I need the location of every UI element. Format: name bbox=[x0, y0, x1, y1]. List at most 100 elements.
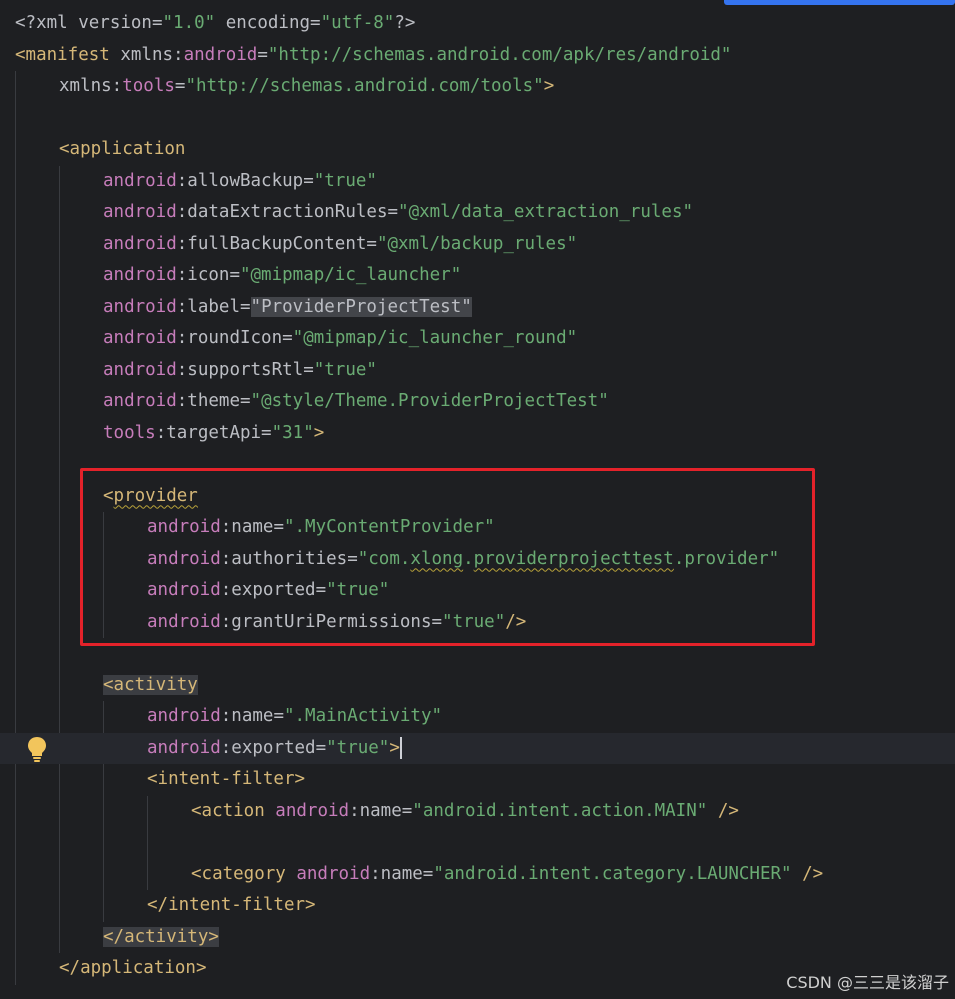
code-token: > bbox=[543, 76, 555, 96]
code-token: "true" bbox=[326, 737, 390, 758]
code-token: "31" bbox=[271, 422, 314, 443]
code-line[interactable]: <manifest xmlns:android="http://schemas.… bbox=[0, 40, 955, 71]
code-token: :dataExtractionRules= bbox=[176, 202, 399, 222]
code-token: android bbox=[147, 737, 221, 758]
code-token: :exported= bbox=[220, 737, 327, 758]
code-token: android bbox=[275, 800, 350, 821]
code-text: tools:targetApi="31"> bbox=[103, 418, 324, 449]
code-token: <?xml version= bbox=[15, 13, 163, 33]
code-token: "@mipmap/ic_launcher_round" bbox=[292, 328, 578, 348]
code-text: <?xml version="1.0" encoding="utf-8"?> bbox=[15, 8, 415, 39]
code-token: :allowBackup= bbox=[176, 170, 314, 191]
code-token: android bbox=[147, 706, 221, 726]
code-line[interactable]: <application bbox=[0, 134, 955, 165]
code-token: <action bbox=[191, 800, 276, 821]
code-line[interactable]: android:fullBackupContent="@xml/backup_r… bbox=[0, 229, 955, 260]
code-token: :name= bbox=[220, 706, 284, 726]
code-token: :theme= bbox=[176, 391, 251, 411]
code-text: android:roundIcon="@mipmap/ic_launcher_r… bbox=[103, 323, 577, 354]
code-text: android:theme="@style/Theme.ProviderProj… bbox=[103, 386, 609, 417]
code-text: android:name=".MainActivity" bbox=[147, 701, 442, 732]
code-token: android bbox=[296, 863, 371, 884]
code-token: android bbox=[103, 391, 177, 411]
code-token: :targetApi= bbox=[155, 422, 272, 443]
scrollbar-thumb[interactable] bbox=[724, 0, 955, 5]
code-token: :fullBackupContent= bbox=[176, 233, 377, 254]
code-token: "1.0" bbox=[162, 13, 216, 33]
code-text: <manifest xmlns:android="http://schemas.… bbox=[15, 40, 731, 71]
code-text: <category android:name="android.intent.c… bbox=[191, 859, 823, 890]
code-token: > bbox=[313, 422, 325, 443]
code-token: </intent-filter> bbox=[147, 895, 316, 915]
code-token: <application bbox=[59, 139, 186, 159]
code-token: :supportsRtl= bbox=[176, 359, 314, 380]
code-token: "http://schemas.android.com/apk/res/andr… bbox=[267, 44, 732, 65]
code-token: </activity> bbox=[103, 926, 219, 947]
text-caret bbox=[399, 736, 402, 759]
code-token: android bbox=[103, 265, 177, 285]
code-line[interactable]: android:exported="true"> bbox=[0, 732, 955, 764]
code-token: encoding= bbox=[215, 13, 321, 33]
code-line[interactable]: android:roundIcon="@mipmap/ic_launcher_r… bbox=[0, 323, 955, 354]
code-line[interactable]: </intent-filter> bbox=[0, 890, 955, 921]
code-line[interactable]: <category android:name="android.intent.c… bbox=[0, 859, 955, 890]
code-editor[interactable]: <?xml version="1.0" encoding="utf-8"?> <m… bbox=[0, 0, 955, 999]
code-text: <intent-filter> bbox=[147, 764, 305, 795]
code-line[interactable]: <intent-filter> bbox=[0, 764, 955, 795]
code-token: > bbox=[389, 737, 400, 758]
code-token: android bbox=[183, 44, 258, 65]
code-token: <activity bbox=[103, 674, 198, 695]
code-line[interactable]: <?xml version="1.0" encoding="utf-8"?> bbox=[0, 8, 955, 39]
code-line[interactable]: </activity> bbox=[0, 922, 955, 953]
code-token: = bbox=[257, 44, 268, 65]
code-line[interactable]: <activity bbox=[0, 670, 955, 701]
code-text: </intent-filter> bbox=[147, 890, 316, 921]
code-token: <intent-filter> bbox=[147, 769, 306, 789]
code-line[interactable] bbox=[0, 103, 955, 134]
code-text: android:label="ProviderProjectTest" bbox=[103, 292, 472, 323]
code-token: ".MainActivity" bbox=[283, 706, 443, 726]
code-token: android bbox=[103, 233, 177, 254]
code-token: = bbox=[174, 76, 186, 96]
code-token: "@style/Theme.ProviderProjectTest" bbox=[250, 391, 609, 411]
code-line[interactable]: android:icon="@mipmap/ic_launcher" bbox=[0, 260, 955, 291]
code-line[interactable]: android:name=".MainActivity" bbox=[0, 701, 955, 732]
lightbulb-icon[interactable] bbox=[26, 736, 48, 762]
code-token: tools bbox=[103, 422, 156, 443]
code-line[interactable]: tools:targetApi="31"> bbox=[0, 418, 955, 449]
code-line[interactable] bbox=[0, 827, 955, 858]
code-token: "ProviderProjectTest" bbox=[250, 296, 472, 317]
code-text: </application> bbox=[59, 953, 207, 984]
code-token: /> bbox=[791, 863, 824, 884]
code-line[interactable]: android:allowBackup="true" bbox=[0, 166, 955, 197]
code-text: android:fullBackupContent="@xml/backup_r… bbox=[103, 229, 577, 260]
code-token: android bbox=[103, 296, 177, 317]
code-line[interactable]: <action android:name="android.intent.act… bbox=[0, 796, 955, 827]
code-text: android:icon="@mipmap/ic_launcher" bbox=[103, 260, 461, 291]
code-text: <application bbox=[59, 134, 185, 165]
code-line[interactable]: xmlns:tools="http://schemas.android.com/… bbox=[0, 71, 955, 102]
code-line[interactable]: android:supportsRtl="true" bbox=[0, 355, 955, 386]
code-text: android:allowBackup="true" bbox=[103, 166, 377, 197]
code-line[interactable]: android:dataExtractionRules="@xml/data_e… bbox=[0, 197, 955, 228]
code-token: "@xml/backup_rules" bbox=[376, 233, 578, 254]
code-text: android:supportsRtl="true" bbox=[103, 355, 377, 386]
code-token: <category bbox=[191, 863, 297, 884]
code-token: "http://schemas.android.com/tools" bbox=[185, 76, 544, 96]
code-token: android bbox=[103, 170, 177, 191]
code-text: android:exported="true"> bbox=[147, 733, 402, 764]
code-token: "@xml/data_extraction_rules" bbox=[398, 202, 694, 222]
code-token: android bbox=[103, 328, 177, 348]
watermark: CSDN @三三是该溜子 bbox=[786, 973, 949, 992]
code-line[interactable]: android:label="ProviderProjectTest" bbox=[0, 292, 955, 323]
code-token: "android.intent.action.MAIN" bbox=[412, 800, 708, 821]
code-text: <action android:name="android.intent.act… bbox=[191, 796, 739, 827]
code-text: </activity> bbox=[103, 922, 219, 953]
code-line[interactable]: android:theme="@style/Theme.ProviderProj… bbox=[0, 386, 955, 417]
code-token: "true" bbox=[313, 170, 377, 191]
code-text: xmlns:tools="http://schemas.android.com/… bbox=[59, 71, 554, 102]
code-token: android bbox=[103, 202, 177, 222]
code-token: android bbox=[103, 359, 177, 380]
code-token: :label= bbox=[176, 296, 251, 317]
code-token: :name= bbox=[370, 863, 434, 884]
